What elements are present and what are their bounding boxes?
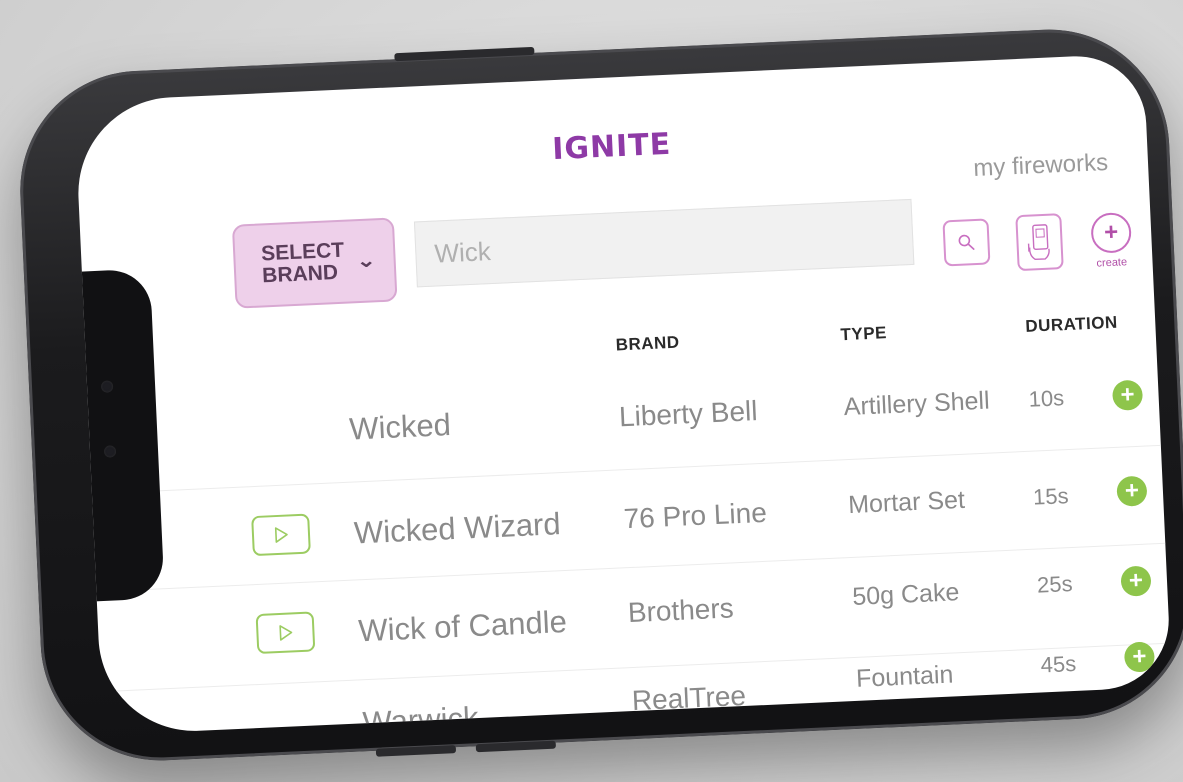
- scan-button[interactable]: [1015, 213, 1064, 272]
- firework-name: Wick of Candle: [357, 603, 568, 649]
- firework-duration: 10s: [1028, 385, 1065, 412]
- my-fireworks-link[interactable]: my fireworks: [973, 149, 1109, 183]
- chevron-down-icon: ⌄: [355, 250, 377, 272]
- plus-icon: +: [1131, 642, 1148, 671]
- plus-icon: +: [1128, 566, 1144, 595]
- play-icon: [279, 625, 293, 641]
- select-brand-dropdown[interactable]: SELECT BRAND ⌄: [231, 217, 398, 309]
- volume-down-button: [475, 740, 556, 753]
- play-video-button[interactable]: [255, 611, 316, 655]
- play-video-button[interactable]: [251, 513, 311, 557]
- firework-duration: 45s: [1040, 650, 1077, 678]
- firework-brand: Brothers: [627, 592, 735, 629]
- firework-duration: 15s: [1032, 483, 1070, 510]
- firework-type: 50g Cake: [851, 578, 960, 611]
- create-label: create: [1096, 256, 1128, 270]
- add-button[interactable]: +: [1120, 565, 1152, 597]
- front-camera-icon: [100, 380, 114, 393]
- search-icon: [958, 234, 975, 250]
- phone-scan-icon: [1027, 224, 1050, 261]
- column-header-duration: DURATION: [1024, 312, 1119, 336]
- phone-frame: IGNITE my fireworks SELECT BRAND ⌄ Wick …: [14, 24, 1183, 766]
- firework-name: Wicked Wizard: [353, 506, 562, 551]
- search-field[interactable]: [413, 198, 915, 288]
- add-button[interactable]: +: [1116, 475, 1148, 507]
- sensor-icon: [103, 445, 117, 458]
- phone-screen: IGNITE my fireworks SELECT BRAND ⌄ Wick …: [74, 53, 1172, 736]
- volume-up-button: [375, 745, 457, 757]
- plus-icon: +: [1119, 380, 1136, 409]
- phone-side-button: [394, 46, 535, 62]
- firework-brand: Liberty Bell: [618, 395, 759, 433]
- add-button[interactable]: +: [1111, 379, 1144, 411]
- plus-icon: +: [1103, 218, 1119, 247]
- firework-brand: RealTree: [631, 679, 747, 717]
- phone-notch: [74, 268, 165, 602]
- select-brand-label: SELECT BRAND: [260, 238, 345, 288]
- column-header-type: TYPE: [840, 323, 888, 345]
- add-button[interactable]: +: [1123, 641, 1156, 673]
- create-button[interactable]: +: [1090, 211, 1133, 254]
- firework-name: Warwick: [361, 700, 480, 736]
- firework-type: Artillery Shell: [843, 386, 991, 422]
- app-content: IGNITE my fireworks SELECT BRAND ⌄ Wick …: [74, 53, 1172, 735]
- search-input[interactable]: [431, 215, 913, 271]
- column-header-brand: BRAND: [615, 332, 680, 355]
- firework-brand: 76 Pro Line: [622, 496, 768, 535]
- search-button[interactable]: [942, 218, 991, 267]
- firework-type: Fountain: [855, 660, 954, 693]
- plus-icon: +: [1124, 476, 1140, 505]
- firework-type: Mortar Set: [847, 485, 966, 520]
- firework-duration: 25s: [1036, 570, 1074, 598]
- firework-name: Wicked: [348, 407, 452, 447]
- play-icon: [274, 527, 288, 543]
